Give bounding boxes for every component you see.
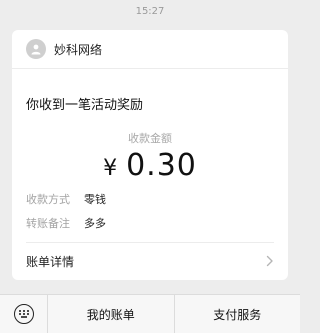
chevron-right-icon	[266, 255, 273, 267]
bill-details-link[interactable]: 账单详情	[12, 242, 288, 280]
message-timestamp: 15:27	[135, 6, 165, 17]
payment-service-button[interactable]: 支付服务	[175, 295, 301, 333]
keyboard-icon	[13, 304, 34, 324]
card-header[interactable]: 妙科网络	[12, 30, 288, 69]
notification-title: 你收到一笔活动奖励	[26, 98, 144, 113]
amount-label: 收款金额	[128, 132, 172, 145]
currency-symbol: ¥	[103, 156, 119, 181]
payment-method-value: 零钱	[84, 193, 106, 206]
my-bill-button[interactable]: 我的账单	[48, 295, 174, 333]
bottom-toolbar: 我的账单 支付服务	[0, 294, 300, 333]
merchant-avatar-icon	[26, 39, 46, 59]
keyboard-toggle-button[interactable]	[0, 295, 48, 333]
bill-details-label: 账单详情	[26, 254, 75, 269]
payment-method-row: 收款方式 零钱	[26, 191, 106, 207]
amount-number: 0.30	[126, 148, 197, 183]
payment-notification-card[interactable]: 妙科网络 你收到一笔活动奖励 收款金额 ¥0.30 收款方式 零钱 转账备注 多…	[12, 30, 288, 280]
payment-method-label: 收款方式	[26, 193, 70, 206]
user-icon	[31, 44, 41, 55]
transfer-note-label: 转账备注	[26, 217, 70, 230]
transfer-note-value: 多多	[84, 217, 106, 230]
merchant-name: 妙科网络	[54, 42, 103, 57]
transfer-note-row: 转账备注 多多	[26, 215, 106, 231]
amount-value: ¥0.30	[12, 148, 288, 183]
